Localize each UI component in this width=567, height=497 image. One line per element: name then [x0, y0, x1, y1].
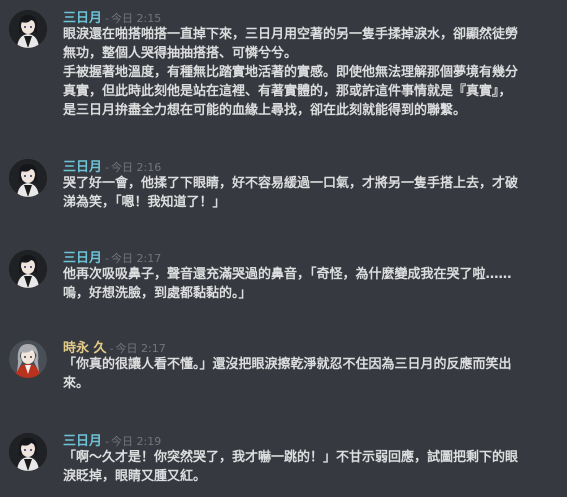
- chat-log: 三日月 - 今日 2:15 眼淚還在啪搭啪搭一直掉下來，三日月用空著的另一隻手揉掉淚…: [0, 0, 567, 497]
- timestamp: 今日 2:15: [111, 12, 162, 25]
- message-header: 三日月 - 今日 2:15: [63, 7, 161, 26]
- timestamp: 今日 2:16: [111, 161, 162, 174]
- message-text: 眼淚還在啪搭啪搭一直掉下來，三日月用空著的另一隻手揉掉淚水，卻顯然徒勞 無功，整…: [63, 27, 519, 61]
- message-text: 「你真的很讓人看不懂。」還沒把眼淚擦乾淨就忍不住因為三日月的反應而笑出 來。: [63, 357, 512, 391]
- message-header: 三日月 - 今日 2:16: [63, 156, 161, 175]
- author-name[interactable]: 三日月: [63, 160, 102, 175]
- message-header: 三日月 - 今日 2:19: [63, 430, 161, 449]
- message-header: 三日月 - 今日 2:17: [63, 247, 161, 266]
- message-text: 手被握著地溫度，有種無比踏實地活著的實感。即使他無法理解那個夢境有幾分 真實，但…: [63, 65, 519, 118]
- author-name[interactable]: 三日月: [63, 434, 102, 449]
- message-text: 哭了好一會，他揉了下眼睛，好不容易緩過一口氣，才將另一隻手搭上去，才破 涕為笑，…: [63, 176, 519, 210]
- message-header: 時永 久 - 今日 2:17: [63, 337, 166, 356]
- header-separator: -: [105, 161, 109, 174]
- timestamp: 今日 2:17: [115, 342, 166, 355]
- author-name[interactable]: 三日月: [63, 11, 102, 26]
- timestamp: 今日 2:19: [111, 435, 162, 448]
- message-text: 他再次吸吸鼻子，聲音還充滿哭過的鼻音，「奇怪，為什麼變成我在哭了啦…… 嗚，好想…: [63, 267, 512, 301]
- dark-haired-character-avatar-icon[interactable]: [9, 433, 47, 471]
- header-separator: -: [105, 12, 109, 25]
- header-separator: -: [105, 252, 109, 265]
- dark-haired-character-avatar-icon[interactable]: [9, 159, 47, 197]
- header-separator: -: [105, 435, 109, 448]
- author-name[interactable]: 時永 久: [63, 341, 107, 356]
- timestamp: 今日 2:17: [111, 252, 162, 265]
- message-text: 「啊〜久才是！你突然哭了，我才嚇一跳的！」不甘示弱回應，試圖把剩下的眼 淚眨掉，…: [63, 450, 519, 484]
- dark-haired-character-avatar-icon[interactable]: [9, 10, 47, 48]
- message-content: 「啊〜久才是！你突然哭了，我才嚇一跳的！」不甘示弱回應，試圖把剩下的眼 淚眨掉，…: [63, 448, 561, 486]
- author-name[interactable]: 三日月: [63, 251, 102, 266]
- message-content: 眼淚還在啪搭啪搭一直掉下來，三日月用空著的另一隻手揉掉淚水，卻顯然徒勞 無功，整…: [63, 25, 561, 120]
- message-content: 「你真的很讓人看不懂。」還沒把眼淚擦乾淨就忍不住因為三日月的反應而笑出 來。: [63, 355, 561, 393]
- gray-haired-character-avatar-icon[interactable]: [9, 340, 47, 378]
- header-separator: -: [109, 342, 114, 355]
- message-content: 他再次吸吸鼻子，聲音還充滿哭過的鼻音，「奇怪，為什麼變成我在哭了啦…… 嗚，好想…: [63, 265, 561, 303]
- dark-haired-character-avatar-icon[interactable]: [9, 250, 47, 288]
- message-content: 哭了好一會，他揉了下眼睛，好不容易緩過一口氣，才將另一隻手搭上去，才破 涕為笑，…: [63, 174, 561, 212]
